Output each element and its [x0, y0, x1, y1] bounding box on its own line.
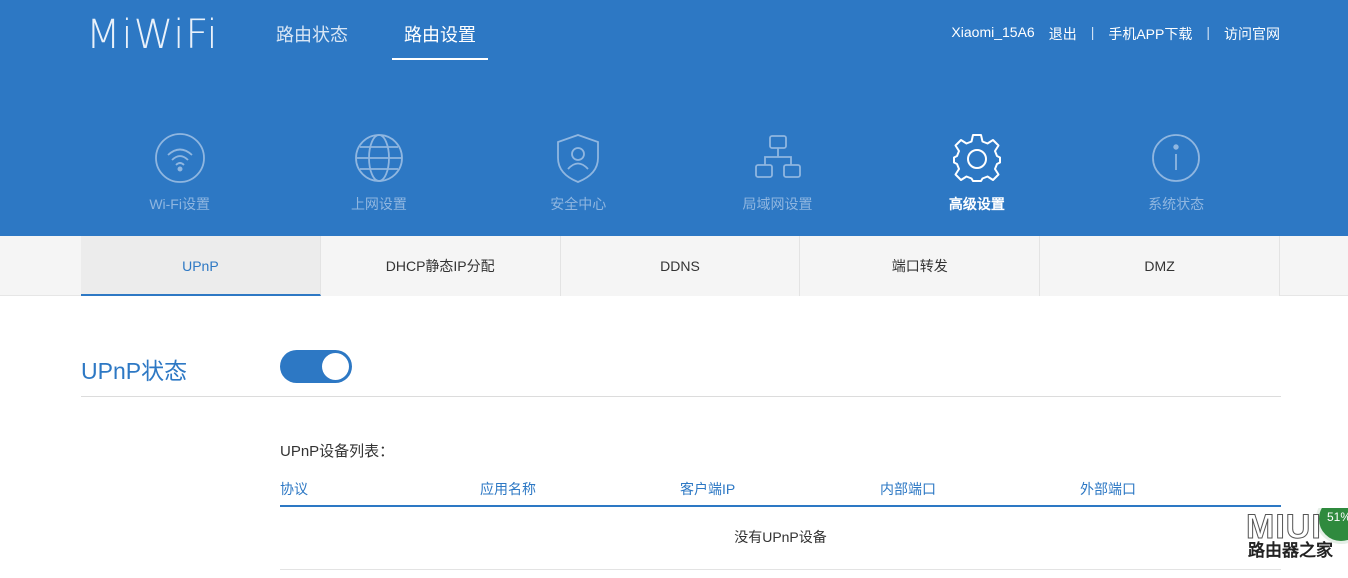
official-site-link[interactable]: 访问官网 — [1224, 24, 1280, 44]
menu-label: Wi-Fi设置 — [149, 196, 210, 212]
menu-label: 局域网设置 — [742, 196, 813, 212]
header-bar: MiWiFi 路由状态 路由设置 Xiaomi_15A6 退出 | 手机APP下… — [0, 0, 1348, 236]
divider — [81, 396, 1281, 397]
menu-label: 高级设置 — [948, 196, 1005, 212]
nav-router-status[interactable]: 路由状态 — [276, 22, 348, 60]
menu-item-system-status[interactable]: 系统状态 — [1076, 132, 1275, 214]
info-icon — [1152, 134, 1201, 182]
watermark-logo: 51% MIUI 路由器之家 — [1244, 508, 1348, 578]
shield-user-icon — [557, 134, 600, 183]
watermark-cn-text: 路由器之家 — [1248, 541, 1333, 560]
separator: | — [1090, 24, 1095, 40]
upnp-status-title: UPnP状态 — [81, 358, 188, 384]
menu-label: 上网设置 — [350, 196, 407, 212]
menu-item-advanced-settings[interactable]: 高级设置 — [877, 132, 1076, 214]
upnp-device-table: 协议 应用名称 客户端IP 内部端口 外部端口 没有UPnP设备 — [280, 480, 1281, 570]
column-header-external-port: 外部端口 — [1080, 481, 1136, 497]
nav-router-settings[interactable]: 路由设置 — [392, 22, 488, 60]
network-topology-icon — [754, 135, 801, 178]
advanced-tabs-bar: UPnP DHCP静态IP分配 DDNS 端口转发 DMZ — [0, 236, 1348, 296]
column-header-client-ip: 客户端IP — [680, 481, 736, 497]
tab-upnp[interactable]: UPnP — [81, 236, 321, 296]
tab-dhcp-static-ip[interactable]: DHCP静态IP分配 — [320, 236, 561, 296]
menu-label: 安全中心 — [550, 196, 607, 212]
menu-item-internet-settings[interactable]: 上网设置 — [279, 132, 478, 214]
upnp-device-list-title: UPnP设备列表： — [280, 443, 395, 460]
globe-icon — [355, 134, 403, 182]
wifi-icon — [154, 133, 205, 183]
menu-item-lan-settings[interactable]: 局域网设置 — [678, 132, 877, 214]
separator: | — [1206, 24, 1210, 40]
menu-item-wifi-settings[interactable]: Wi-Fi设置 — [80, 132, 279, 214]
column-header-protocol: 协议 — [280, 481, 308, 497]
app-download-link[interactable]: 手机APP下载 — [1108, 24, 1192, 44]
column-header-app-name: 应用名称 — [480, 481, 536, 497]
menu-item-security-center[interactable]: 安全中心 — [479, 132, 678, 214]
gear-icon — [952, 134, 1001, 182]
user-bar: Xiaomi_15A6 退出 | 手机APP下载 | 访问官网 — [937, 24, 1280, 44]
username-label[interactable]: Xiaomi_15A6 — [951, 24, 1034, 44]
tab-port-forwarding[interactable]: 端口转发 — [800, 236, 1041, 296]
table-header: 协议 应用名称 客户端IP 内部端口 外部端口 — [280, 480, 1281, 507]
empty-table-message: 没有UPnP设备 — [280, 507, 1281, 570]
menu-label: 系统状态 — [1148, 196, 1205, 212]
main-settings-menu: Wi-Fi设置 上网设置 安全中心 局域网设置 高级设置 系统状态 — [80, 132, 1276, 214]
upnp-toggle[interactable] — [280, 350, 352, 383]
tab-dmz[interactable]: DMZ — [1040, 236, 1280, 296]
miwifi-logo[interactable]: MiWiFi — [86, 12, 219, 58]
toggle-knob — [322, 353, 349, 380]
logout-link[interactable]: 退出 — [1049, 24, 1077, 44]
top-navigation: 路由状态 路由设置 — [276, 22, 544, 60]
tab-ddns[interactable]: DDNS — [560, 236, 801, 296]
column-header-internal-port: 内部端口 — [880, 481, 936, 497]
